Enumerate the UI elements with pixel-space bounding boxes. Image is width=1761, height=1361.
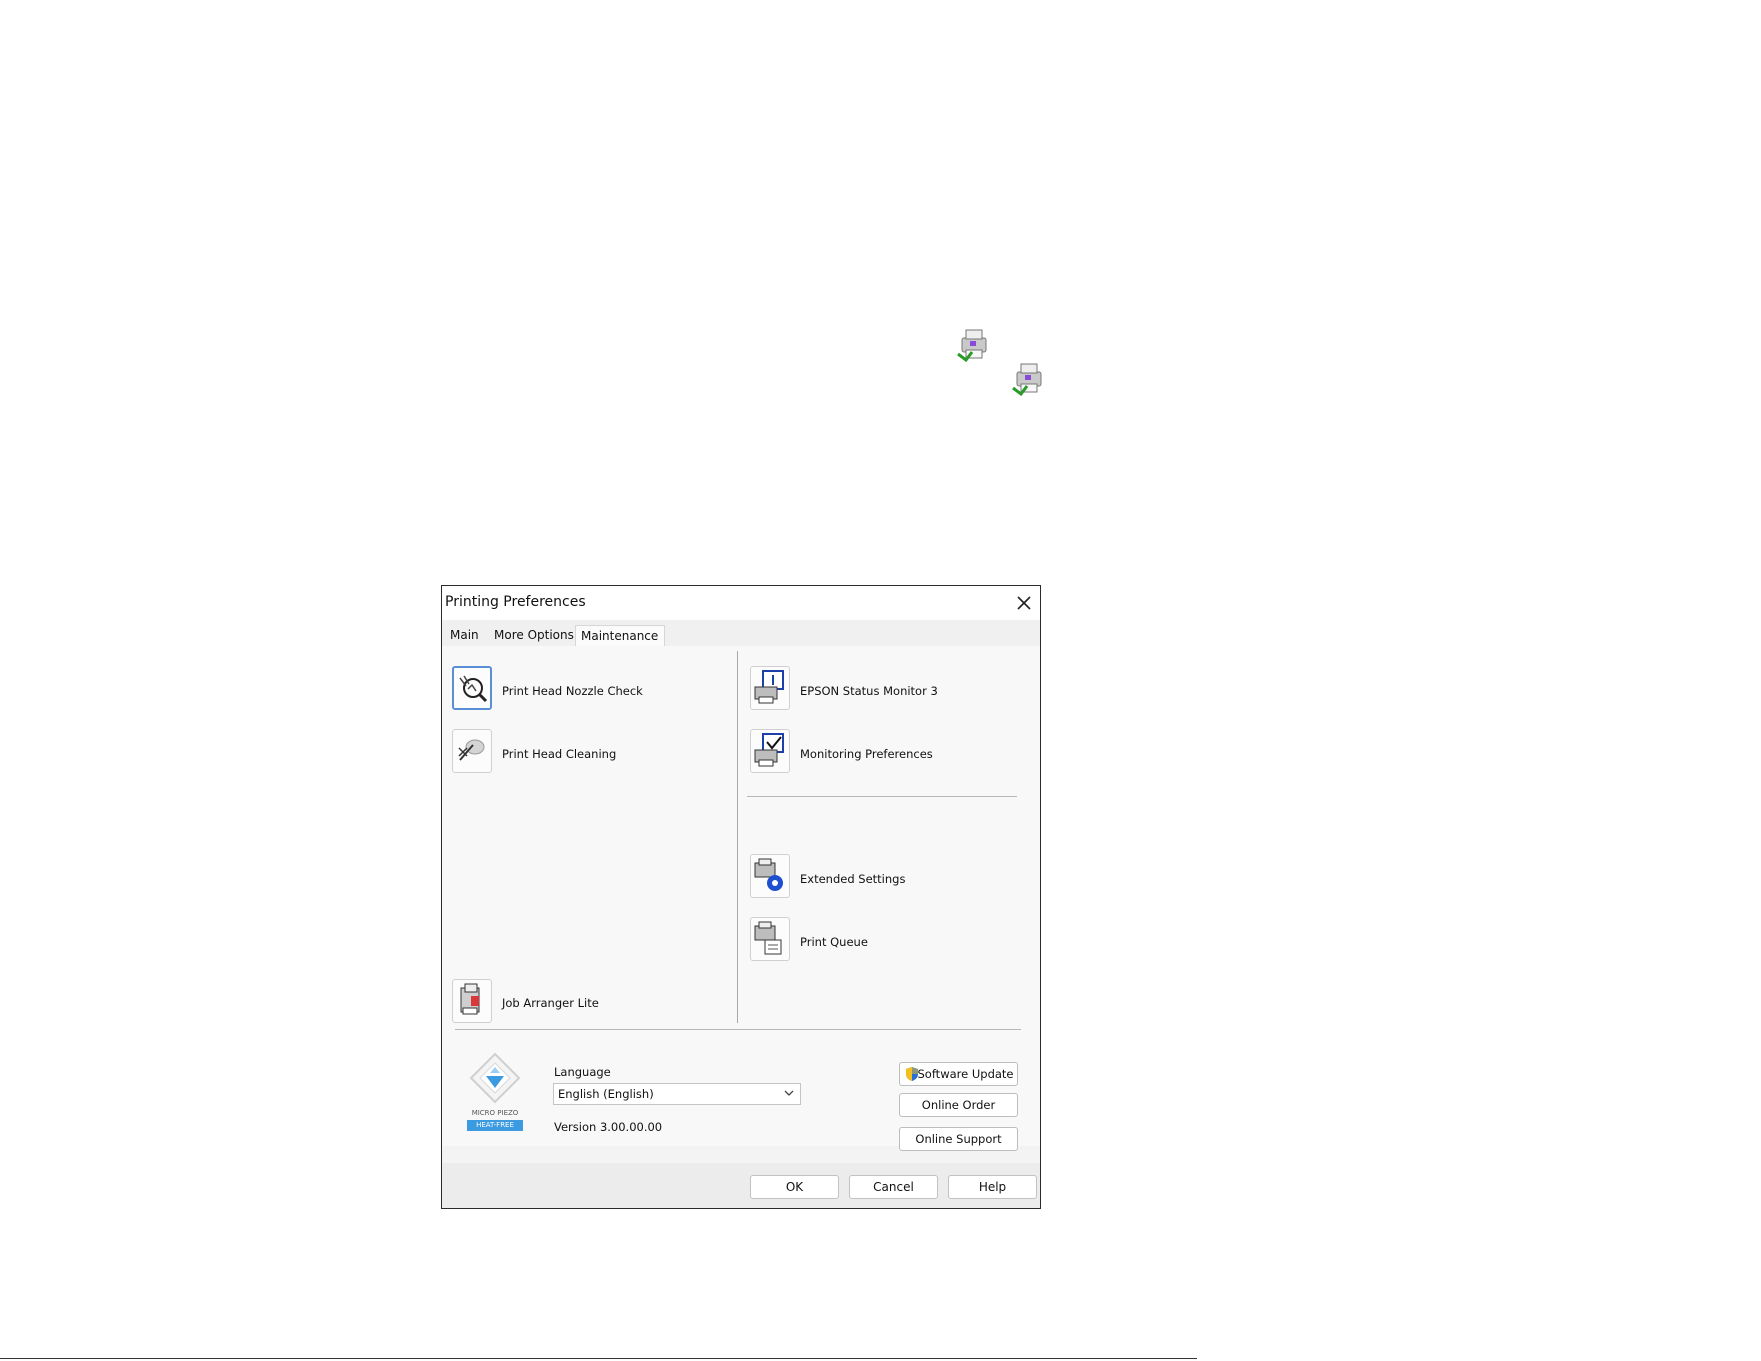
monitoring-preferences-icon [754,733,784,767]
logo-line2: HEAT-FREE [467,1120,523,1131]
vertical-divider [737,651,738,1023]
close-icon [1017,596,1031,610]
online-order-button[interactable]: Online Order [899,1093,1018,1117]
job-arranger-label: Job Arranger Lite [502,996,599,1010]
nozzle-check-icon [459,675,488,703]
job-arranger-icon [460,983,480,1015]
monitoring-preferences-button[interactable] [750,729,790,773]
online-support-button[interactable]: Online Support [899,1127,1018,1151]
print-queue-icon [754,921,782,955]
print-queue-label: Print Queue [800,935,868,949]
bottom-divider [455,1029,1021,1030]
language-select[interactable]: English (English) [553,1083,801,1105]
close-button[interactable] [1014,593,1034,613]
status-monitor-button[interactable] [750,666,790,710]
tab-main[interactable]: Main [450,628,479,642]
print-queue-button[interactable] [750,917,790,961]
shield-icon [906,1067,918,1081]
language-label: Language [554,1065,611,1079]
page-bottom-rule [0,1358,1197,1359]
ok-button[interactable]: OK [750,1175,839,1199]
printer-icon [1011,362,1047,397]
dialog-title: Printing Preferences [445,594,586,610]
right-divider [747,796,1017,797]
title-bar: Printing Preferences [442,586,1040,620]
nozzle-check-label: Print Head Nozzle Check [502,684,643,698]
language-value: English (English) [558,1087,654,1101]
software-update-label: Software Update [917,1067,1014,1081]
micro-piezo-logo: MICRO PIEZO HEAT-FREE [465,1051,525,1136]
dialog-footer: OK Cancel Help [442,1163,1040,1208]
tab-strip: Main More Options [442,620,1040,646]
extended-settings-icon [754,858,783,891]
head-cleaning-icon [458,739,485,761]
head-cleaning-label: Print Head Cleaning [502,747,617,761]
head-cleaning-button[interactable] [452,729,492,773]
extended-settings-label: Extended Settings [800,872,906,886]
extended-settings-button[interactable] [750,854,790,898]
nozzle-check-button[interactable] [452,666,492,710]
tab-maintenance[interactable]: Maintenance [575,625,665,647]
logo-line1: MICRO PIEZO [471,1109,519,1117]
job-arranger-button[interactable] [452,979,492,1023]
status-monitor-label: EPSON Status Monitor 3 [800,684,938,698]
monitoring-preferences-label: Monitoring Preferences [800,747,933,761]
version-text: Version 3.00.00.00 [554,1120,663,1134]
printing-preferences-dialog: Printing Preferences Main More Options M… [441,585,1041,1209]
cancel-button[interactable]: Cancel [849,1175,938,1199]
printer-icon [956,328,992,363]
tab-maintenance-label: Maintenance [581,629,659,643]
status-monitor-icon [754,670,784,704]
software-update-button[interactable]: Software Update [899,1062,1018,1086]
tab-more-options[interactable]: More Options [494,628,574,642]
chevron-down-icon [784,1090,794,1096]
help-button[interactable]: Help [948,1175,1037,1199]
